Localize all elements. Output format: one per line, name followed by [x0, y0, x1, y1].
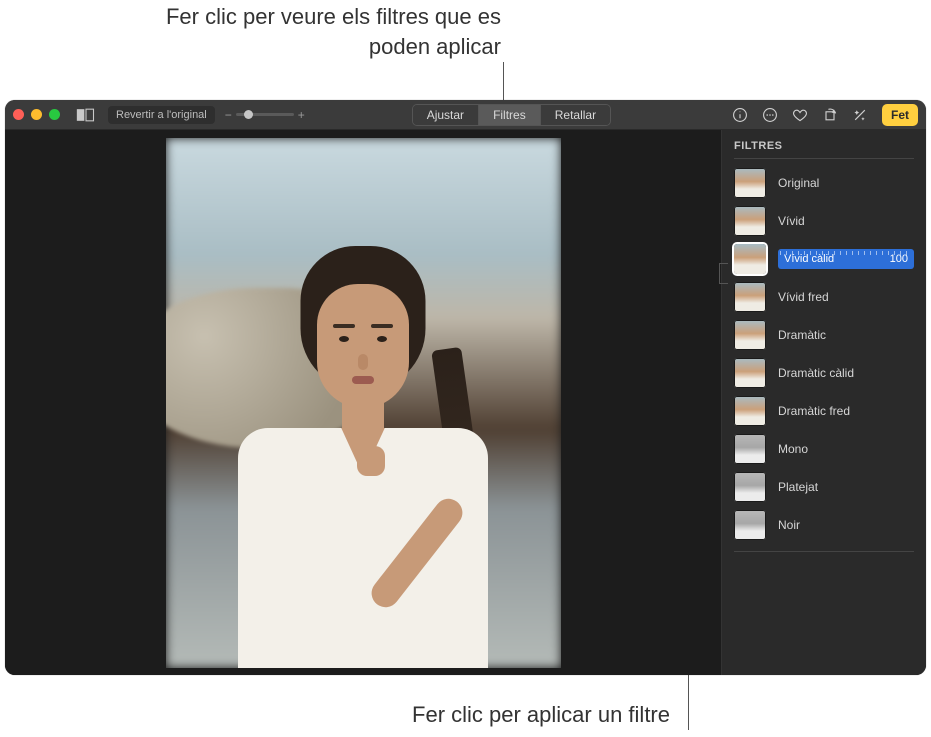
- callout-top: Fer clic per veure els filtres que es po…: [101, 2, 501, 61]
- compare-view-toggle[interactable]: [76, 108, 96, 122]
- zoom-thumb[interactable]: [244, 110, 253, 119]
- callout-tab-line: [503, 62, 504, 63]
- tab-filters[interactable]: Filtres: [479, 105, 541, 125]
- callout-top-line-v: [503, 62, 504, 105]
- photo-canvas[interactable]: [5, 130, 721, 675]
- auto-enhance-icon[interactable]: [852, 107, 868, 123]
- info-icon[interactable]: [732, 107, 748, 123]
- app-window: Revertir a l'original − + Ajustar Filtre…: [5, 100, 926, 675]
- zoom-track[interactable]: [236, 113, 294, 116]
- bracket-top-v: [719, 263, 720, 283]
- filter-item[interactable]: Dramàtic fred: [734, 395, 914, 427]
- filter-label: Vívid fred: [778, 290, 829, 304]
- filter-item[interactable]: Vívid càlid100: [734, 243, 914, 275]
- callout-bottom: Fer clic per aplicar un filtre: [310, 700, 670, 730]
- compare-icon: [76, 108, 96, 122]
- filter-item[interactable]: Vívid fred: [734, 281, 914, 313]
- tab-crop[interactable]: Retallar: [541, 105, 610, 125]
- filter-thumbnail: [734, 396, 766, 426]
- bracket-top-h2: [719, 283, 728, 284]
- filter-thumbnail: [734, 472, 766, 502]
- filter-label: Platejat: [778, 480, 818, 494]
- filter-intensity-slider[interactable]: Vívid càlid100: [778, 243, 914, 275]
- minimize-window-button[interactable]: [31, 109, 42, 120]
- filter-thumbnail: [734, 434, 766, 464]
- filter-label: Dramàtic fred: [778, 404, 850, 418]
- window-controls: [13, 109, 60, 120]
- done-button[interactable]: Fet: [882, 104, 918, 126]
- more-icon[interactable]: [762, 107, 778, 123]
- close-window-button[interactable]: [13, 109, 24, 120]
- toolbar-right-icons: Fet: [732, 104, 918, 126]
- filters-title: FILTRES: [734, 140, 914, 159]
- filter-label: Original: [778, 176, 819, 190]
- tab-adjust[interactable]: Ajustar: [413, 105, 479, 125]
- filter-label: Vívid: [778, 214, 805, 228]
- rotate-icon[interactable]: [822, 107, 838, 123]
- filter-thumbnail: [734, 282, 766, 312]
- filter-label: Noir: [778, 518, 800, 532]
- bracket-top-h: [719, 263, 728, 264]
- maximize-window-button[interactable]: [49, 109, 60, 120]
- filter-thumbnail: [734, 510, 766, 540]
- filter-thumbnail: [734, 320, 766, 350]
- edit-mode-segmented: Ajustar Filtres Retallar: [412, 104, 611, 126]
- filter-label: Dramàtic: [778, 328, 826, 342]
- zoom-slider[interactable]: − +: [225, 108, 305, 122]
- filter-label: Dramàtic càlid: [778, 366, 854, 380]
- zoom-plus-icon: +: [298, 108, 305, 122]
- editor-body: FILTRES Original Vívid Vívid càlid100 Vívid…: [5, 130, 926, 675]
- filter-list: Original Vívid Vívid càlid100 Vívid fred Dra…: [734, 167, 914, 552]
- filter-item[interactable]: Mono: [734, 433, 914, 465]
- filter-thumbnail: [734, 244, 766, 274]
- filters-sidebar: FILTRES Original Vívid Vívid càlid100 Vívid…: [721, 130, 926, 675]
- favorite-icon[interactable]: [792, 107, 808, 123]
- filter-thumbnail: [734, 168, 766, 198]
- filter-item[interactable]: Original: [734, 167, 914, 199]
- filter-item[interactable]: Dramàtic càlid: [734, 357, 914, 389]
- revert-button[interactable]: Revertir a l'original: [108, 106, 215, 124]
- filter-item[interactable]: Noir: [734, 509, 914, 541]
- zoom-minus-icon: −: [225, 108, 232, 122]
- filter-thumbnail: [734, 358, 766, 388]
- toolbar: Revertir a l'original − + Ajustar Filtre…: [5, 100, 926, 130]
- filter-label: Mono: [778, 442, 808, 456]
- filter-thumbnail: [734, 206, 766, 236]
- filter-item[interactable]: Vívid: [734, 205, 914, 237]
- filter-item[interactable]: Dramàtic: [734, 319, 914, 351]
- edited-photo: [166, 138, 561, 668]
- filter-item[interactable]: Platejat: [734, 471, 914, 503]
